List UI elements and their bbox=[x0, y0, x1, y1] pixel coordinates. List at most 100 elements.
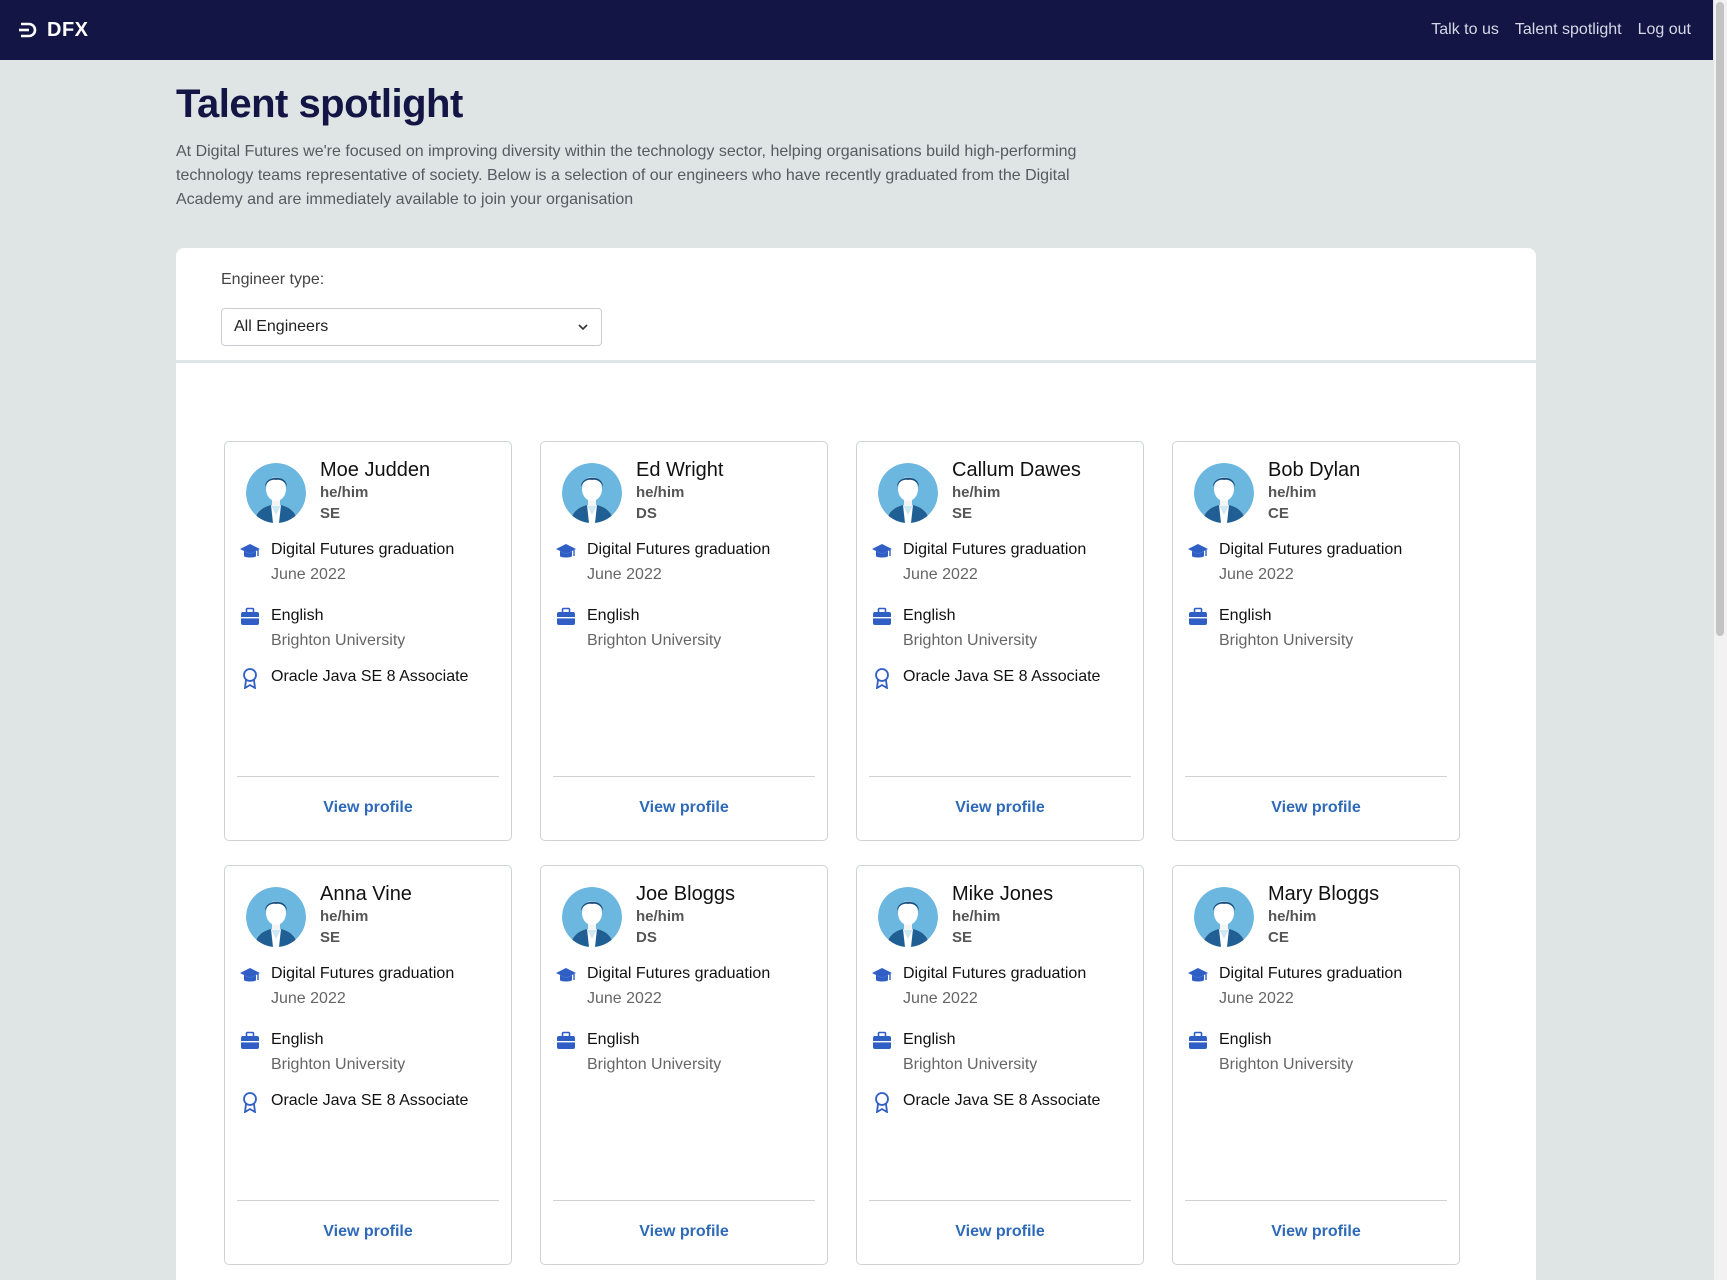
briefcase-icon bbox=[1189, 1031, 1207, 1049]
view-profile-link[interactable]: View profile bbox=[541, 1223, 827, 1241]
filter-panel: Engineer type: All Engineers bbox=[176, 248, 1536, 360]
view-profile-link[interactable]: View profile bbox=[857, 1223, 1143, 1241]
degree-subject: English bbox=[903, 1031, 956, 1048]
graduation-cap-icon bbox=[1188, 968, 1208, 982]
graduation-date: June 2022 bbox=[587, 990, 662, 1007]
certification-row: Oracle Java SE 8 Associate bbox=[871, 1091, 1100, 1113]
award-icon bbox=[243, 668, 257, 689]
engineer-name: Mary Bloggs bbox=[1268, 883, 1380, 905]
graduation-row: Digital Futures graduation June 2022 bbox=[871, 964, 1086, 1009]
university: Brighton University bbox=[1219, 1056, 1354, 1073]
degree-row: English Brighton University bbox=[555, 606, 721, 651]
graduation-title: Digital Futures graduation bbox=[1219, 541, 1403, 558]
page-title: Talent spotlight bbox=[176, 82, 463, 126]
graduation-row: Digital Futures graduation June 2022 bbox=[555, 540, 770, 585]
engineer-pronouns: he/him bbox=[1268, 484, 1317, 501]
page-header: Talent spotlight At Digital Futures we'r… bbox=[176, 82, 1136, 212]
user-avatar-icon bbox=[1194, 887, 1254, 947]
card-divider bbox=[869, 1200, 1131, 1201]
graduation-date: June 2022 bbox=[587, 566, 662, 583]
graduation-title: Digital Futures graduation bbox=[587, 541, 771, 558]
brand[interactable]: DFX bbox=[18, 19, 89, 42]
view-profile-link[interactable]: View profile bbox=[225, 1223, 511, 1241]
graduation-date: June 2022 bbox=[903, 990, 978, 1007]
engineer-type: DS bbox=[636, 929, 657, 946]
user-avatar-icon bbox=[878, 463, 938, 523]
engineer-pronouns: he/him bbox=[320, 484, 369, 501]
engineer-type-label: Engineer type: bbox=[221, 271, 325, 288]
engineer-name: Bob Dylan bbox=[1268, 459, 1361, 481]
top-navbar: DFX Talk to us Talent spotlight Log out bbox=[0, 0, 1713, 60]
view-profile-link[interactable]: View profile bbox=[1173, 799, 1459, 817]
graduation-date: June 2022 bbox=[271, 990, 346, 1007]
view-profile-link[interactable]: View profile bbox=[1173, 1223, 1459, 1241]
engineer-type: SE bbox=[320, 929, 341, 946]
engineer-card-bob-dylan: Bob Dylan he/him CE Digital Futures grad… bbox=[1172, 441, 1460, 841]
engineer-name: Callum Dawes bbox=[952, 459, 1081, 481]
engineer-card-moe-judden: Moe Judden he/him SE Digital Futures gra… bbox=[224, 441, 512, 841]
certification: Oracle Java SE 8 Associate bbox=[903, 668, 1101, 685]
view-profile-link[interactable]: View profile bbox=[541, 799, 827, 817]
engineer-pronouns: he/him bbox=[952, 484, 1001, 501]
engineer-pronouns: he/him bbox=[1268, 908, 1317, 925]
degree-subject: English bbox=[903, 607, 956, 624]
engineer-name: Anna Vine bbox=[320, 883, 412, 905]
engineer-type-select[interactable]: All Engineers bbox=[221, 308, 602, 346]
degree-row: English Brighton University bbox=[555, 1030, 721, 1075]
graduation-title: Digital Futures graduation bbox=[271, 965, 455, 982]
user-avatar-icon bbox=[1194, 463, 1254, 523]
graduation-title: Digital Futures graduation bbox=[903, 965, 1087, 982]
graduation-cap-icon bbox=[556, 544, 576, 558]
graduation-title: Digital Futures graduation bbox=[271, 541, 455, 558]
card-divider bbox=[1185, 1200, 1447, 1201]
university: Brighton University bbox=[903, 632, 1038, 649]
degree-subject: English bbox=[271, 607, 324, 624]
brand-name: DFX bbox=[47, 18, 89, 41]
engineer-name: Ed Wright bbox=[636, 459, 724, 481]
graduation-cap-icon bbox=[556, 968, 576, 982]
nav-links: Talk to us Talent spotlight Log out bbox=[1431, 21, 1691, 39]
degree-row: English Brighton University bbox=[239, 1030, 405, 1075]
graduation-row: Digital Futures graduation June 2022 bbox=[1187, 964, 1402, 1009]
card-divider bbox=[869, 776, 1131, 777]
degree-row: English Brighton University bbox=[239, 606, 405, 651]
briefcase-icon bbox=[557, 1031, 575, 1049]
page-scrollbar[interactable] bbox=[1713, 0, 1727, 1280]
engineer-card-mary-bloggs: Mary Bloggs he/him CE Digital Futures gr… bbox=[1172, 865, 1460, 1265]
graduation-date: June 2022 bbox=[1219, 990, 1294, 1007]
award-icon bbox=[875, 668, 889, 689]
chevron-down-icon bbox=[578, 324, 588, 331]
card-divider bbox=[553, 776, 815, 777]
graduation-date: June 2022 bbox=[903, 566, 978, 583]
engineer-card-mike-jones: Mike Jones he/him SE Digital Futures gra… bbox=[856, 865, 1144, 1265]
degree-subject: English bbox=[271, 1031, 324, 1048]
nav-link-talk-to-us[interactable]: Talk to us bbox=[1431, 21, 1499, 39]
graduation-title: Digital Futures graduation bbox=[1219, 965, 1403, 982]
degree-subject: English bbox=[587, 607, 640, 624]
scrollbar-thumb[interactable] bbox=[1716, 2, 1724, 636]
university: Brighton University bbox=[1219, 632, 1354, 649]
engineer-type: SE bbox=[952, 505, 973, 522]
briefcase-icon bbox=[873, 1031, 891, 1049]
page-intro: At Digital Futures we're focused on impr… bbox=[176, 143, 1077, 208]
university: Brighton University bbox=[587, 1056, 722, 1073]
nav-link-log-out[interactable]: Log out bbox=[1638, 21, 1691, 39]
view-profile-link[interactable]: View profile bbox=[857, 799, 1143, 817]
graduation-cap-icon bbox=[872, 544, 892, 558]
degree-subject: English bbox=[1219, 1031, 1272, 1048]
user-avatar-icon bbox=[562, 463, 622, 523]
graduation-row: Digital Futures graduation June 2022 bbox=[871, 540, 1086, 585]
engineer-type: DS bbox=[636, 505, 657, 522]
university: Brighton University bbox=[587, 632, 722, 649]
engineer-type: CE bbox=[1268, 505, 1289, 522]
university: Brighton University bbox=[903, 1056, 1038, 1073]
graduation-cap-icon bbox=[240, 544, 260, 558]
graduation-cap-icon bbox=[240, 968, 260, 982]
engineer-name: Moe Judden bbox=[320, 459, 431, 481]
university: Brighton University bbox=[271, 1056, 406, 1073]
engineer-name: Joe Bloggs bbox=[636, 883, 735, 905]
user-avatar-icon bbox=[246, 887, 306, 947]
certification: Oracle Java SE 8 Associate bbox=[271, 668, 469, 685]
view-profile-link[interactable]: View profile bbox=[225, 799, 511, 817]
nav-link-talent-spotlight[interactable]: Talent spotlight bbox=[1515, 21, 1622, 39]
